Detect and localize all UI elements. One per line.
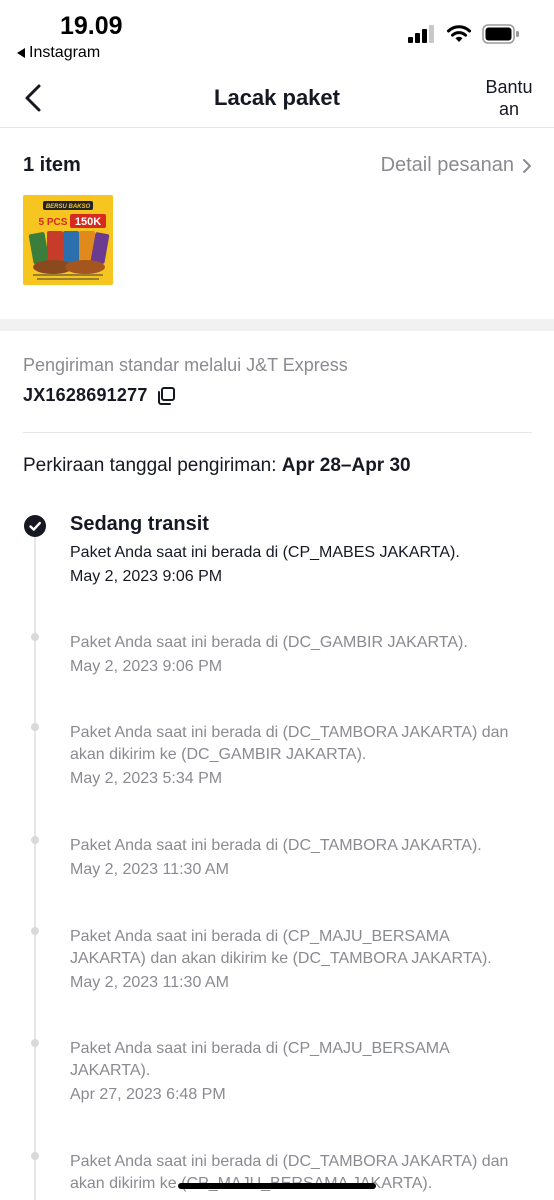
event-date: May 2, 2023 11:30 AM: [70, 974, 229, 991]
order-item-section: 1 item Detail pesanan BERSU BAKSO 5 PCS …: [0, 129, 554, 319]
shipping-method: Pengiriman standar melalui J&T Express: [23, 355, 348, 375]
product-badge-text: BERSU BAKSO: [46, 204, 91, 210]
event-date: Apr 27, 2023 6:48 PM: [70, 1086, 226, 1103]
event-text: Paket Anda saat ini berada di (DC_TAMBOR…: [70, 724, 509, 763]
order-detail-label: Detail pesanan: [380, 154, 514, 176]
status-icons: [408, 24, 520, 44]
timeline-event: Paket Anda saat ini berada di (DC_TAMBOR…: [70, 722, 540, 790]
copy-icon[interactable]: [156, 386, 176, 406]
eta-value: Apr 28–Apr 30: [281, 455, 411, 476]
timeline-dot: [31, 633, 39, 641]
product-image: BERSU BAKSO 5 PCS 150K: [23, 195, 113, 285]
nav-header: Lacak paket Bantuan: [0, 70, 554, 128]
timeline-event: Paket Anda saat ini berada di (CP_MAJU_B…: [70, 1038, 470, 1106]
tracking-number: JX1628691277: [23, 385, 148, 405]
timeline-event: Paket Anda saat ini berada di (CP_MAJU_B…: [70, 926, 510, 994]
item-count: 1 item: [23, 154, 81, 176]
page-title: Lacak paket: [214, 85, 340, 110]
product-promo-price: 150K: [75, 216, 101, 228]
back-to-app-link[interactable]: Instagram: [17, 44, 100, 62]
estimated-delivery: Perkiraan tanggal pengiriman: Apr 28–Apr…: [23, 455, 411, 477]
timeline-dot: [31, 723, 39, 731]
check-circle-icon: [24, 515, 46, 537]
timeline-event: Paket Anda saat ini berada di (CP_MABES …: [70, 542, 540, 588]
event-text: Paket Anda saat ini berada di (DC_GAMBIR…: [70, 634, 468, 651]
chevron-right-icon: [523, 158, 531, 173]
event-date: May 2, 2023 9:06 PM: [70, 568, 223, 585]
eta-label: Perkiraan tanggal pengiriman:: [23, 455, 277, 476]
event-date: May 2, 2023 5:34 PM: [70, 770, 223, 787]
current-status: Sedang transit: [70, 513, 209, 535]
timeline-dot: [31, 1152, 39, 1160]
wifi-icon: [447, 25, 471, 42]
product-thumbnail[interactable]: BERSU BAKSO 5 PCS 150K: [23, 195, 113, 285]
event-date: May 2, 2023 9:06 PM: [70, 658, 223, 675]
timeline-event: Paket Anda saat ini berada di (DC_GAMBIR…: [70, 632, 540, 678]
home-indicator: [178, 1183, 376, 1189]
back-app-label: Instagram: [29, 44, 101, 61]
help-button[interactable]: Bantuan: [482, 76, 536, 120]
status-time: 19.09: [60, 12, 123, 40]
event-text: Paket Anda saat ini berada di (CP_MAJU_B…: [70, 928, 492, 967]
cellular-signal-icon: [408, 25, 434, 43]
timeline-dot: [31, 927, 39, 935]
product-promo-qty: 5 PCS: [39, 217, 68, 228]
back-triangle-icon: [17, 48, 25, 58]
order-detail-link[interactable]: Detail pesanan: [381, 154, 532, 177]
event-text: Paket Anda saat ini berada di (DC_TAMBOR…: [70, 837, 482, 854]
event-date: May 2, 2023 11:30 AM: [70, 861, 229, 878]
timeline-event: Paket Anda saat ini berada di (DC_TAMBOR…: [70, 835, 540, 881]
tracking-number-row: JX1628691277: [23, 385, 176, 406]
divider-line: [23, 432, 532, 433]
event-text: Paket Anda saat ini berada di (CP_MABES …: [70, 544, 460, 561]
event-text: Paket Anda saat ini berada di (CP_MAJU_B…: [70, 1040, 449, 1079]
section-divider: [0, 319, 554, 331]
battery-icon: [482, 24, 519, 44]
status-bar: 19.09 Instagram: [0, 0, 554, 70]
timeline-dot: [31, 836, 39, 844]
timeline-dot: [31, 1039, 39, 1047]
